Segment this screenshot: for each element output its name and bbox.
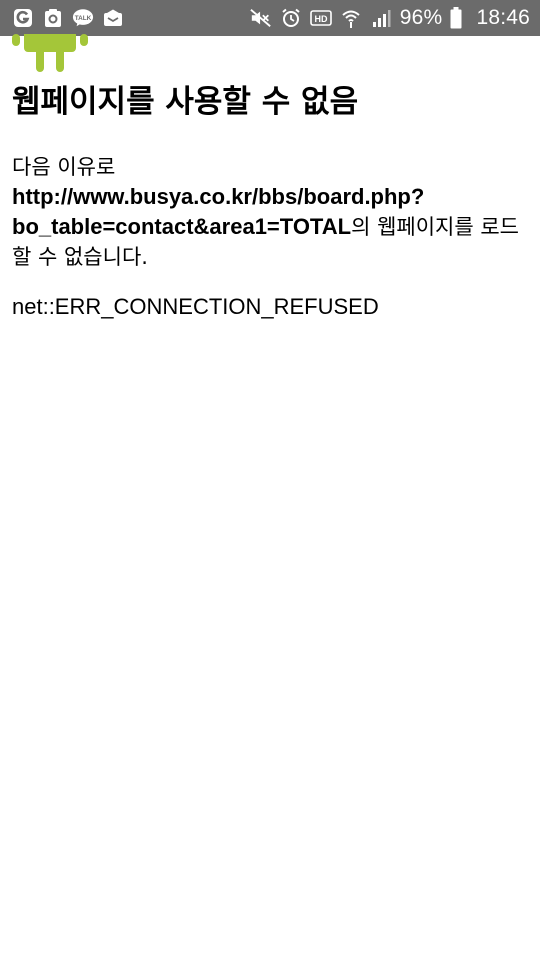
- app-icon: [42, 7, 64, 29]
- g-icon: [12, 7, 34, 29]
- status-bar: TALK HD 96% 18:46: [0, 0, 540, 36]
- mute-icon: [250, 7, 272, 29]
- error-message: 다음 이유로 http://www.busya.co.kr/bbs/board.p…: [12, 152, 532, 272]
- alarm-icon: [280, 7, 302, 29]
- reason-prefix: 다음 이유로: [12, 155, 116, 179]
- notification-icons: TALK: [12, 7, 124, 29]
- hd-icon: HD: [309, 7, 332, 29]
- android-robot-icon: [12, 34, 88, 72]
- kakaotalk-icon: TALK: [72, 7, 94, 29]
- battery-percent: 96%: [399, 6, 443, 29]
- error-page: 웹페이지를 사용할 수 없음 다음 이유로 http://www.busya.co…: [0, 34, 540, 960]
- error-code: net::ERR_CONNECTION_REFUSED: [12, 294, 379, 319]
- system-icons: HD 96% 18:46: [250, 6, 530, 30]
- signal-icon: [370, 7, 392, 29]
- mail-icon: [102, 7, 124, 29]
- battery-icon: [450, 7, 462, 29]
- page-title: 웹페이지를 사용할 수 없음: [12, 84, 359, 120]
- svg-text:HD: HD: [314, 14, 327, 24]
- svg-text:TALK: TALK: [75, 15, 92, 22]
- clock: 18:46: [476, 6, 530, 29]
- wifi-icon: [340, 7, 362, 29]
